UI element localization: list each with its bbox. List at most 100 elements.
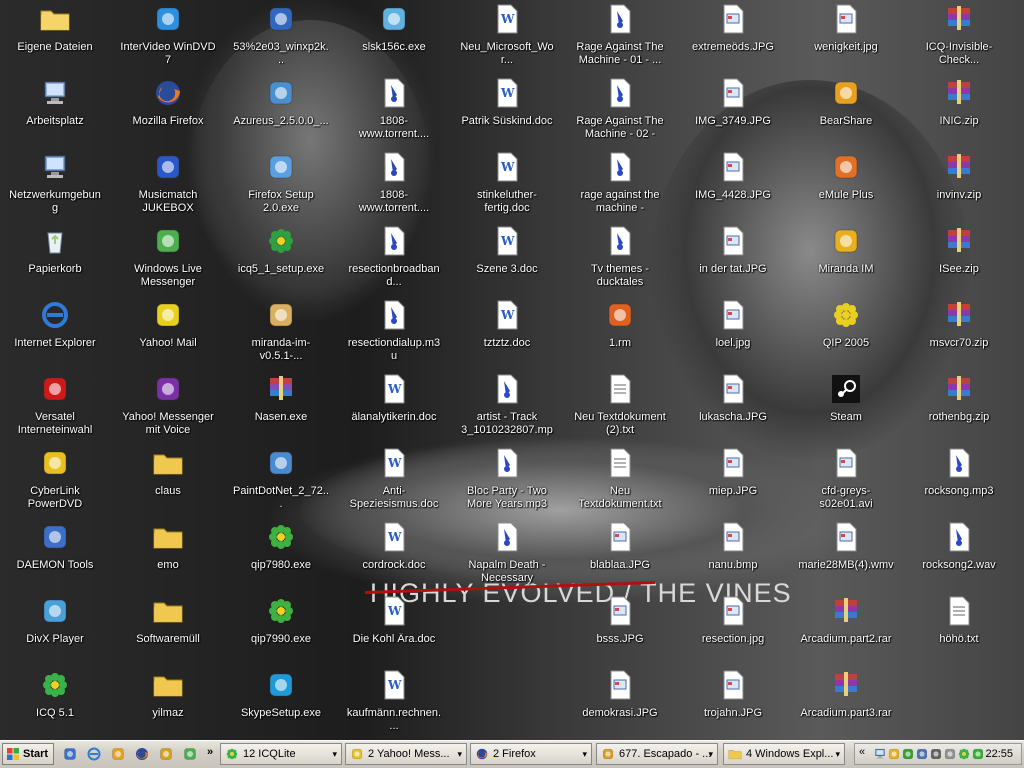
task-button[interactable]: 2 Yahoo! Mess... ▾: [345, 743, 467, 765]
desktop-icon[interactable]: QIP 2005: [798, 299, 894, 369]
desktop-icon[interactable]: artist - Track 3_1010232807.mp3: [459, 373, 555, 443]
desktop-icon[interactable]: höhö.txt: [911, 595, 1007, 665]
desktop-icon[interactable]: miep.JPG: [685, 447, 781, 517]
desktop-icon[interactable]: DAEMON Tools: [7, 521, 103, 591]
desktop-icon[interactable]: Napalm Death - Necessary Evil.mp3: [459, 521, 555, 591]
desktop-icon[interactable]: W Neu_Microsoft_Wor...: [459, 3, 555, 73]
desktop[interactable]: HIGHLY EVOLVED / THE VINES Eigene Dateie…: [0, 0, 1024, 740]
desktop-icon[interactable]: Yahoo! Mail: [120, 299, 216, 369]
desktop-icon[interactable]: icq5_1_setup.exe: [233, 225, 329, 295]
desktop-icon[interactable]: msvcr70.zip: [911, 299, 1007, 369]
desktop-icon[interactable]: Rage Against The Machine - 02 - Killi...: [572, 77, 668, 147]
cd-tray-icon[interactable]: [943, 747, 957, 761]
messenger-icon[interactable]: [182, 746, 198, 762]
desktop-icon[interactable]: loel.jpg: [685, 299, 781, 369]
desktop-icon[interactable]: 1808-www.torrent....: [346, 77, 442, 147]
desktop-icon[interactable]: demokrasi.JPG: [572, 669, 668, 739]
desktop-icon[interactable]: Azureus_2.5.0.0_...: [233, 77, 329, 147]
media-player-icon[interactable]: [110, 746, 126, 762]
task-button[interactable]: 12 ICQLite ▾: [220, 743, 342, 765]
desktop-icon[interactable]: Musicmatch JUKEBOX: [120, 151, 216, 221]
pencil-icon[interactable]: [158, 746, 174, 762]
desktop-icon[interactable]: wenigkeit.jpg: [798, 3, 894, 73]
clock[interactable]: 22:55: [985, 747, 1013, 761]
desktop-icon[interactable]: IMG_4428.JPG: [685, 151, 781, 221]
desktop-icon[interactable]: Internet Explorer: [7, 299, 103, 369]
show-desktop-icon[interactable]: [62, 746, 78, 762]
desktop-icon[interactable]: trojahn.JPG: [685, 669, 781, 739]
desktop-icon[interactable]: INIC.zip: [911, 77, 1007, 147]
task-button[interactable]: 2 Firefox ▾: [470, 743, 592, 765]
desktop-icon[interactable]: Neu Textdokument.txt: [572, 447, 668, 517]
desktop-icon[interactable]: Neu Textdokument (2).txt: [572, 373, 668, 443]
desktop-icon[interactable]: in der tat.JPG: [685, 225, 781, 295]
desktop-icon[interactable]: Steam: [798, 373, 894, 443]
desktop-icon[interactable]: IMG_3749.JPG: [685, 77, 781, 147]
desktop-icon[interactable]: lukascha.JPG: [685, 373, 781, 443]
desktop-icon[interactable]: Arbeitsplatz: [7, 77, 103, 147]
desktop-icon[interactable]: cfd-greys-s02e01.avi: [798, 447, 894, 517]
desktop-icon[interactable]: Wälanalytikerin.doc: [346, 373, 442, 443]
desktop-icon[interactable]: blablaa.JPG: [572, 521, 668, 591]
desktop-icon[interactable]: slsk156c.exe: [346, 3, 442, 73]
desktop-icon[interactable]: BearShare: [798, 77, 894, 147]
desktop-icon[interactable]: Rage Against The Machine - 01 - ...: [572, 3, 668, 73]
desktop-icon[interactable]: qip7990.exe: [233, 595, 329, 665]
icq-flower-icon[interactable]: [957, 747, 971, 761]
desktop-icon[interactable]: DivX Player: [7, 595, 103, 665]
start-button[interactable]: Start: [2, 743, 54, 765]
desktop-icon[interactable]: ISee.zip: [911, 225, 1007, 295]
desktop-icon[interactable]: 1808-www.torrent....: [346, 151, 442, 221]
internet-explorer-icon[interactable]: [86, 746, 102, 762]
desktop-icon[interactable]: Arcadium.part3.rar: [798, 669, 894, 739]
quick-launch-overflow[interactable]: »: [207, 746, 213, 758]
desktop-icon[interactable]: rocksong2.wav: [911, 521, 1007, 591]
desktop-icon[interactable]: Wstinkeluther-fertig.doc: [459, 151, 555, 221]
desktop-icon[interactable]: Miranda IM: [798, 225, 894, 295]
desktop-icon[interactable]: InterVideo WinDVD 7: [120, 3, 216, 73]
desktop-icon[interactable]: qip7980.exe: [233, 521, 329, 591]
desktop-icon[interactable]: bsss.JPG: [572, 595, 668, 665]
desktop-icon[interactable]: Eigene Dateien: [7, 3, 103, 73]
desktop-icon[interactable]: Tv themes - ducktales (german).mp3: [572, 225, 668, 295]
desktop-icon[interactable]: CyberLink PowerDVD: [7, 447, 103, 517]
desktop-icon[interactable]: yilmaz: [120, 669, 216, 739]
desktop-icon[interactable]: claus: [120, 447, 216, 517]
volume-icon[interactable]: [929, 747, 943, 761]
desktop-icon[interactable]: miranda-im-v0.5.1-...: [233, 299, 329, 369]
desktop-icon[interactable]: rage against the machine - 02guerr...: [572, 151, 668, 221]
desktop-icon[interactable]: extremeöds.JPG: [685, 3, 781, 73]
monitor-tray-icon[interactable]: [915, 747, 929, 761]
task-button[interactable]: 677. Escapado - ... ▾: [596, 743, 718, 765]
desktop-icon[interactable]: Bloc Party - Two More Years.mp3: [459, 447, 555, 517]
desktop-icon[interactable]: SkypeSetup.exe: [233, 669, 329, 739]
desktop-icon[interactable]: W Szene 3.doc: [459, 225, 555, 295]
desktop-icon[interactable]: ICQ 5.1: [7, 669, 103, 739]
desktop-icon[interactable]: emo: [120, 521, 216, 591]
desktop-icon[interactable]: resection.jpg: [685, 595, 781, 665]
desktop-icon[interactable]: Firefox Setup 2.0.exe: [233, 151, 329, 221]
miranda-tray-icon[interactable]: [887, 747, 901, 761]
meter-tray-icon[interactable]: [901, 747, 915, 761]
check-tray-icon[interactable]: [971, 747, 985, 761]
desktop-icon[interactable]: Mozilla Firefox: [120, 77, 216, 147]
desktop-icon[interactable]: Nasen.exe: [233, 373, 329, 443]
desktop-icon[interactable]: W Anti-Speziesismus.doc: [346, 447, 442, 517]
desktop-icon[interactable]: Windows Live Messenger: [120, 225, 216, 295]
desktop-icon[interactable]: 1.rm: [572, 299, 668, 369]
desktop-icon[interactable]: Netzwerkumgebung: [7, 151, 103, 221]
firefox-icon[interactable]: [134, 746, 150, 762]
desktop-icon[interactable]: marie28MB(4).wmv: [798, 521, 894, 591]
desktop-icon[interactable]: invinv.zip: [911, 151, 1007, 221]
desktop-icon[interactable]: nanu.bmp: [685, 521, 781, 591]
desktop-icon[interactable]: resectionbroadband...: [346, 225, 442, 295]
tray-expand-chevron[interactable]: «: [859, 746, 865, 758]
desktop-icon[interactable]: Papierkorb: [7, 225, 103, 295]
desktop-icon[interactable]: Yahoo! Messenger mit Voice: [120, 373, 216, 443]
desktop-icon[interactable]: ICQ-Invisible-Check...: [911, 3, 1007, 73]
desktop-icon[interactable]: rothenbg.zip: [911, 373, 1007, 443]
desktop-icon[interactable]: 53%2e03_winxp2k...: [233, 3, 329, 73]
desktop-icon[interactable]: Arcadium.part2.rar: [798, 595, 894, 665]
desktop-icon[interactable]: W Patrik Süskind.doc: [459, 77, 555, 147]
desktop-icon[interactable]: rocksong.mp3: [911, 447, 1007, 517]
